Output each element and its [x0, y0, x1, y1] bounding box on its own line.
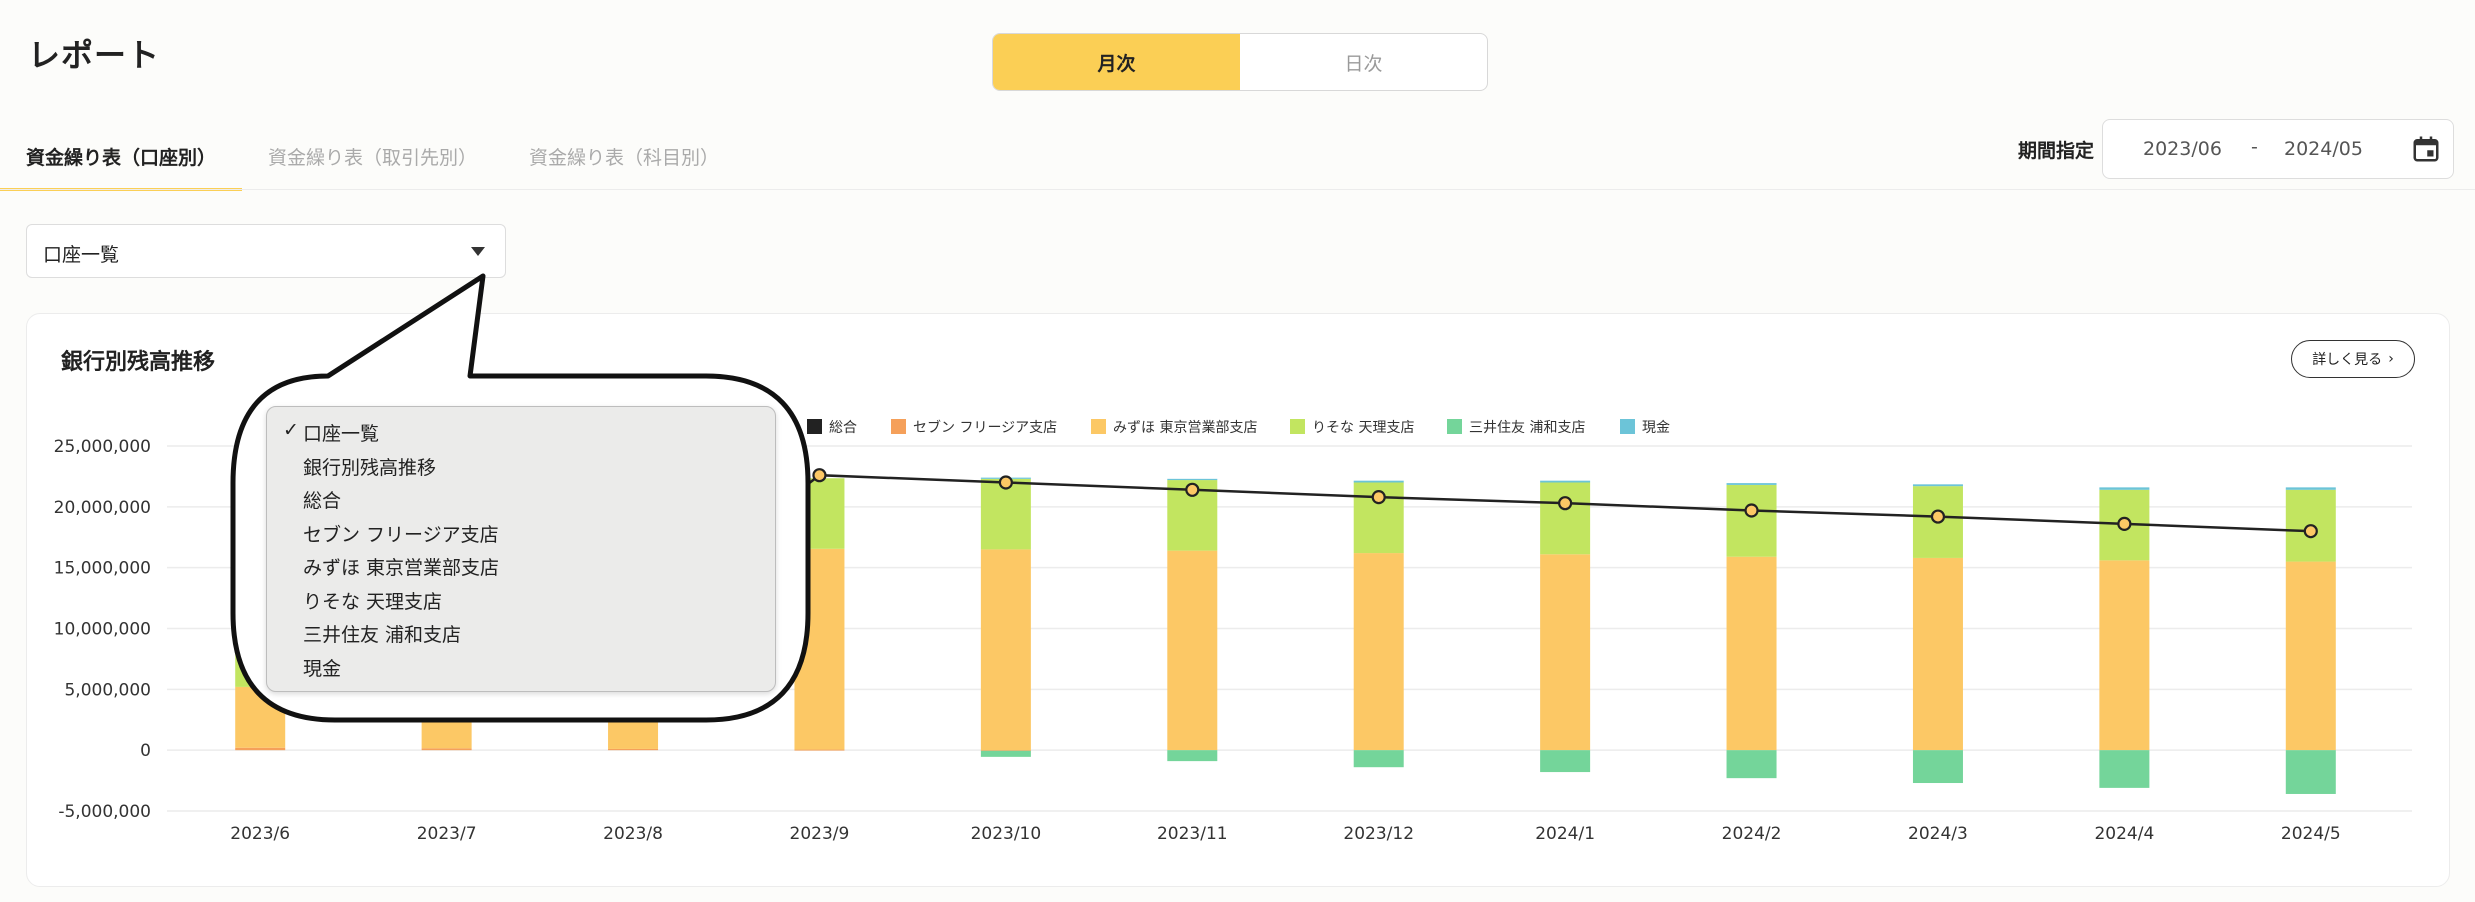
legend-label: セブン フリージア支店	[913, 419, 1057, 436]
y-tick-label: -5,000,000	[58, 802, 151, 822]
bar-segment	[608, 748, 659, 751]
y-tick-label: 20,000,000	[54, 498, 151, 518]
bar-segment	[1167, 550, 1218, 751]
bar-segment	[1353, 553, 1404, 751]
calendar-icon[interactable]	[2411, 134, 2441, 164]
dropdown-item[interactable]: 三井住友 浦和支店	[303, 620, 461, 647]
bar-segment	[1353, 750, 1404, 768]
check-icon: ✓	[283, 419, 299, 441]
x-tick-label: 2024/1	[1535, 824, 1595, 844]
period-toggle: 月次 日次	[992, 33, 1488, 91]
bar-segment	[794, 749, 845, 751]
bar-segment	[2099, 487, 2150, 490]
date-start[interactable]: 2023/06	[2143, 138, 2222, 160]
page-title: レポート	[28, 36, 161, 74]
bar-segment	[1912, 557, 1963, 751]
date-end[interactable]: 2024/05	[2284, 138, 2363, 160]
tab-account[interactable]: 資金繰り表（口座別）	[0, 124, 243, 191]
total-point	[1185, 482, 1200, 497]
total-point	[1744, 503, 1759, 518]
bar-segment	[1540, 482, 1591, 555]
x-tick-label: 2023/9	[790, 824, 850, 844]
toggle-monthly[interactable]: 月次	[993, 34, 1240, 90]
date-range-label: 期間指定	[2018, 140, 2095, 162]
x-tick-label: 2023/7	[417, 824, 477, 844]
bar-segment	[2099, 750, 2150, 788]
dropdown-item[interactable]: 銀行別残高推移	[303, 453, 436, 480]
tabs-divider	[0, 189, 2475, 190]
bar-segment	[1353, 480, 1404, 483]
date-range-picker[interactable]: 2023/06 - 2024/05	[2102, 119, 2454, 179]
bar-segment	[2285, 487, 2336, 490]
dropdown-item-label: 口座一覧	[303, 423, 380, 445]
bar-segment	[1726, 483, 1777, 485]
legend-swatch	[1447, 419, 1462, 434]
x-tick-label: 2024/5	[2281, 824, 2341, 844]
x-tick-label: 2023/11	[1157, 824, 1228, 844]
x-tick-label: 2024/2	[1722, 824, 1782, 844]
account-dropdown-menu: ✓ 口座一覧 銀行別残高推移 総合 セブン フリージア支店 みずほ 東京営業部支…	[266, 406, 776, 692]
total-point	[2117, 516, 2132, 531]
dropdown-item[interactable]: セブン フリージア支店	[303, 520, 499, 547]
bar-segment	[980, 549, 1031, 751]
report-tabs: 資金繰り表（口座別） 資金繰り表（取引先別） 資金繰り表（科目別）	[0, 124, 745, 191]
bar-segment	[2285, 561, 2336, 751]
dropdown-item[interactable]: りそな 天理支店	[303, 587, 442, 614]
account-select-value: 口座一覧	[43, 244, 120, 266]
bar-segment	[1167, 478, 1218, 481]
y-tick-label: 5,000,000	[64, 680, 151, 700]
bar-segment	[2285, 750, 2336, 794]
chevron-down-icon	[471, 247, 485, 256]
total-point	[2303, 524, 2318, 539]
tab-partner[interactable]: 資金繰り表（取引先別）	[242, 124, 503, 188]
bar-segment	[1540, 554, 1591, 751]
bar-segment	[980, 750, 1031, 757]
x-tick-label: 2023/12	[1343, 824, 1414, 844]
bar-segment	[421, 748, 472, 751]
y-tick-label: 10,000,000	[54, 620, 151, 640]
legend-label: りそな 天理支店	[1312, 420, 1414, 436]
legend-label: 三井住友 浦和支店	[1469, 420, 1585, 436]
toggle-daily[interactable]: 日次	[1240, 34, 1487, 90]
x-tick-label: 2024/4	[2094, 824, 2154, 844]
legend-swatch	[891, 419, 906, 434]
dropdown-item[interactable]: 現金	[303, 654, 341, 681]
bar-segment	[1912, 484, 1963, 487]
total-point	[1558, 496, 1573, 511]
bar-segment	[1540, 480, 1591, 483]
legend-label: 総合	[829, 420, 857, 436]
legend-label: 現金	[1642, 420, 1670, 436]
legend-label: みずほ 東京営業部支店	[1113, 420, 1257, 436]
legend-swatch	[1290, 419, 1305, 434]
date-separator: -	[2251, 136, 2258, 158]
bar-segment	[1726, 750, 1777, 779]
dropdown-item[interactable]: 総合	[303, 486, 341, 513]
x-tick-label: 2023/8	[603, 824, 663, 844]
dropdown-item[interactable]: ✓ 口座一覧	[283, 419, 380, 446]
dropdown-item[interactable]: みずほ 東京営業部支店	[303, 553, 499, 580]
total-point	[1371, 490, 1386, 505]
bar-segment	[235, 747, 286, 751]
bar-segment	[1726, 484, 1777, 557]
y-tick-label: 25,000,000	[54, 437, 151, 457]
tab-subject[interactable]: 資金繰り表（科目別）	[503, 124, 745, 188]
y-tick-label: 15,000,000	[54, 559, 151, 579]
x-tick-label: 2024/3	[1908, 824, 1968, 844]
total-point	[998, 475, 1013, 490]
bar-segment	[1540, 750, 1591, 773]
bar-segment	[1726, 556, 1777, 751]
x-tick-label: 2023/10	[971, 824, 1042, 844]
y-tick-label: 0	[140, 741, 151, 761]
bar-segment	[2099, 560, 2150, 751]
legend-swatch	[1620, 419, 1635, 434]
bar-segment	[1167, 750, 1218, 762]
bar-segment	[1912, 750, 1963, 784]
x-tick-label: 2023/6	[230, 824, 290, 844]
legend-swatch	[1091, 419, 1106, 434]
total-point	[1930, 509, 1946, 524]
